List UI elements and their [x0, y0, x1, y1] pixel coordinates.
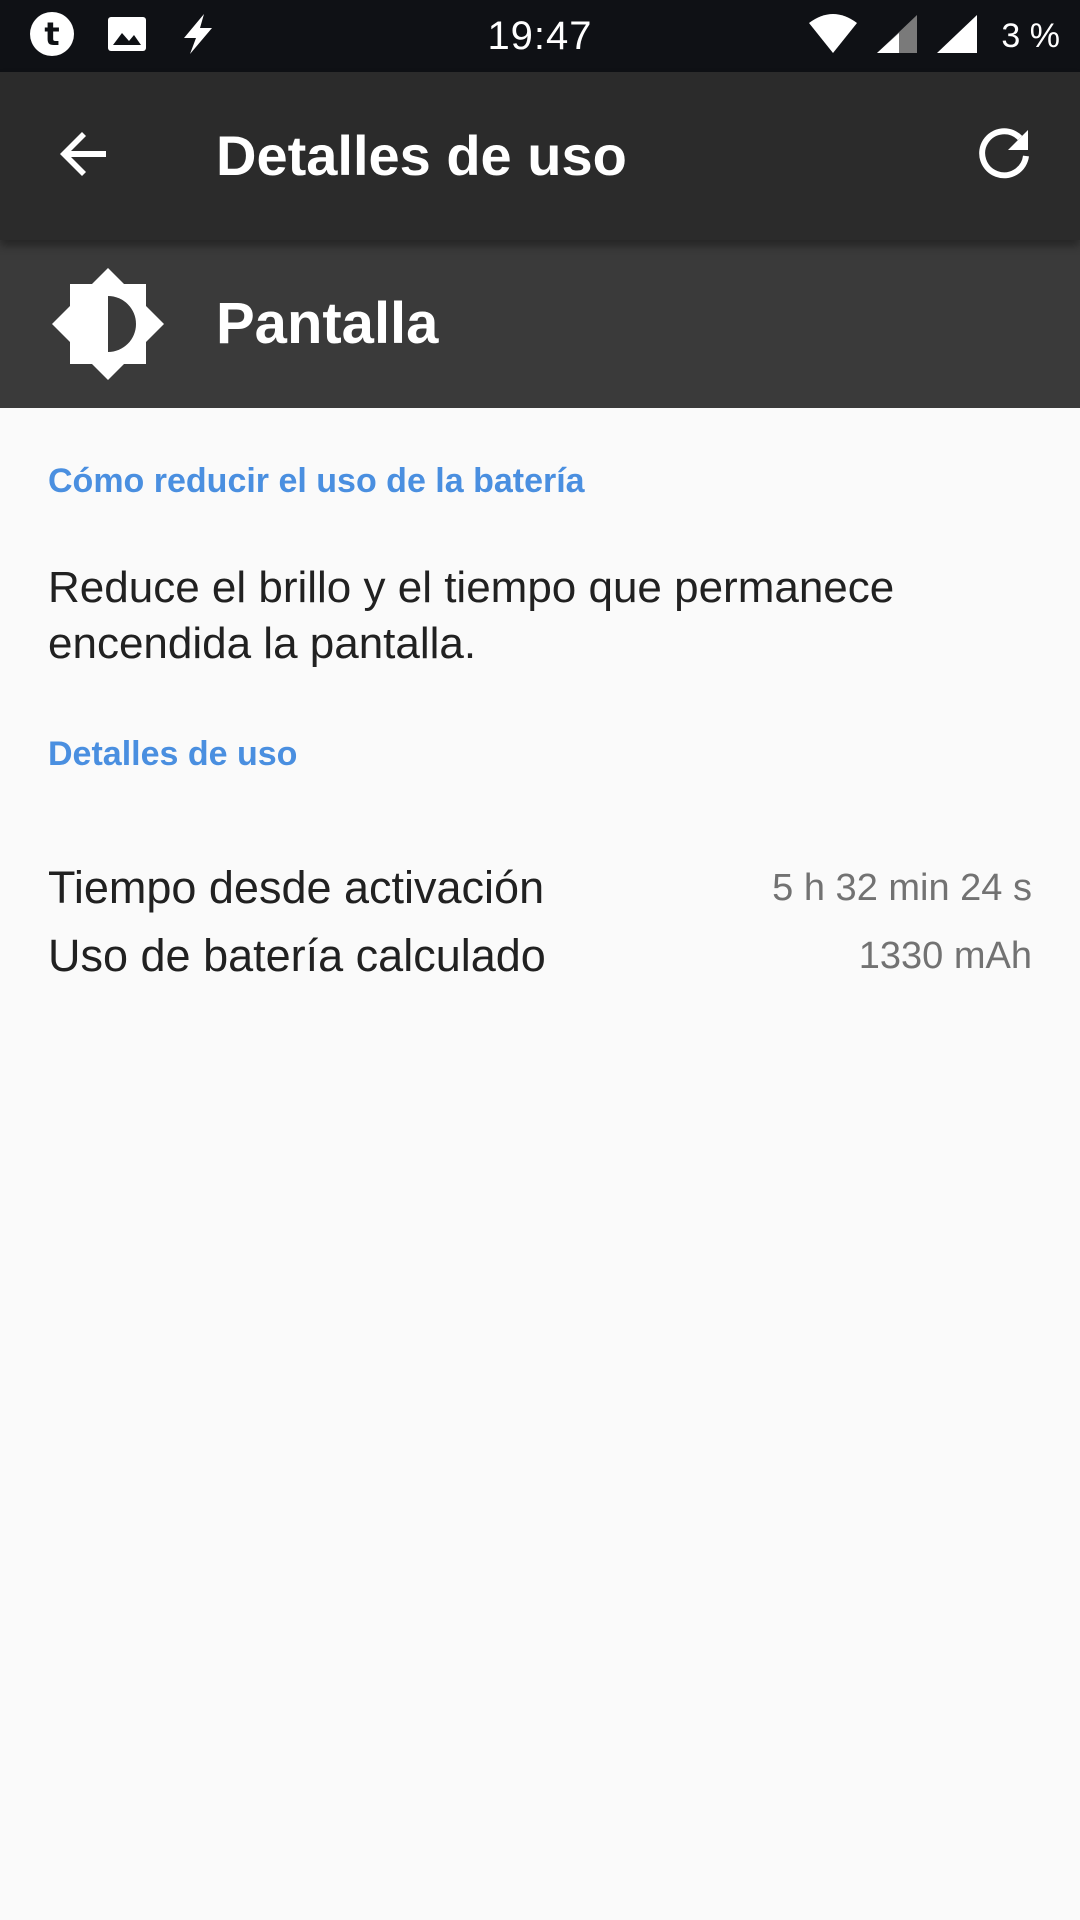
- system-icons: 3 %: [807, 0, 1060, 72]
- usage-details-screen: t 19:47 3 % Detalles de uso Pantalla Cóm…: [0, 0, 1080, 1920]
- usage-section-header: Detalles de uso: [48, 735, 298, 773]
- arrow-left-icon: [56, 126, 112, 187]
- detail-value: 1330 mAh: [858, 934, 1032, 977]
- status-bar: t 19:47 3 %: [0, 0, 1080, 72]
- page-title: Detalles de uso: [216, 124, 627, 187]
- wifi-icon: [807, 13, 859, 60]
- tip-text: Reduce el brillo y el tiempo que permane…: [48, 563, 895, 668]
- app-header: Pantalla: [0, 240, 1080, 408]
- battery-percentage: 3 %: [1001, 16, 1060, 55]
- detail-value: 5 h 32 min 24 s: [772, 866, 1032, 909]
- detail-label: Uso de batería calculado: [48, 930, 546, 981]
- detail-row-battery: Uso de batería calculado 1330 mAh: [48, 924, 1032, 988]
- toolbar: Detalles de uso: [0, 72, 1080, 240]
- signal-icon: [875, 13, 919, 60]
- tips-section-header: Cómo reducir el uso de la batería: [48, 462, 585, 500]
- refresh-button[interactable]: [964, 116, 1044, 196]
- brightness-icon: [50, 266, 166, 382]
- back-button[interactable]: [44, 116, 124, 196]
- detail-label: Tiempo desde activación: [48, 862, 545, 913]
- signal-icon: [935, 13, 979, 60]
- app-name: Pantalla: [216, 291, 439, 356]
- refresh-icon: [976, 126, 1032, 187]
- detail-row-time: Tiempo desde activación 5 h 32 min 24 s: [48, 856, 1032, 920]
